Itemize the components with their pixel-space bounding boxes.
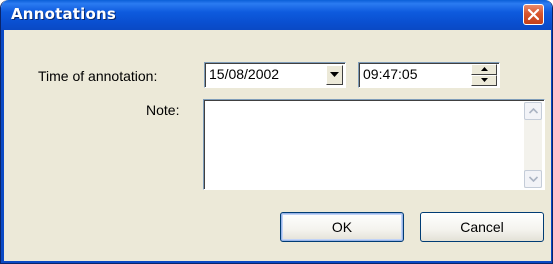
- ok-button[interactable]: OK: [280, 212, 404, 242]
- annotations-dialog: Annotations Time of annotation: 15/08/20…: [0, 0, 553, 264]
- note-label: Note:: [146, 102, 180, 118]
- spin-down-button[interactable]: [471, 75, 497, 86]
- close-button[interactable]: [523, 4, 544, 25]
- window-title: Annotations: [11, 5, 116, 23]
- scroll-up-button[interactable]: [524, 102, 542, 120]
- cancel-button[interactable]: Cancel: [420, 212, 544, 242]
- note-textarea[interactable]: [203, 99, 545, 190]
- time-spinner[interactable]: 09:47:05: [358, 62, 500, 88]
- note-scrollbar[interactable]: [524, 102, 542, 188]
- date-value: 15/08/2002: [209, 66, 280, 82]
- time-value: 09:47:05: [363, 66, 418, 82]
- date-dropdown-button[interactable]: [326, 65, 343, 85]
- title-bar[interactable]: Annotations: [1, 0, 552, 30]
- time-of-annotation-label: Time of annotation:: [38, 68, 158, 84]
- spin-up-button[interactable]: [471, 64, 497, 75]
- date-picker[interactable]: 15/08/2002: [204, 62, 346, 88]
- window-frame-left: [1, 30, 4, 263]
- scroll-down-button[interactable]: [524, 170, 542, 188]
